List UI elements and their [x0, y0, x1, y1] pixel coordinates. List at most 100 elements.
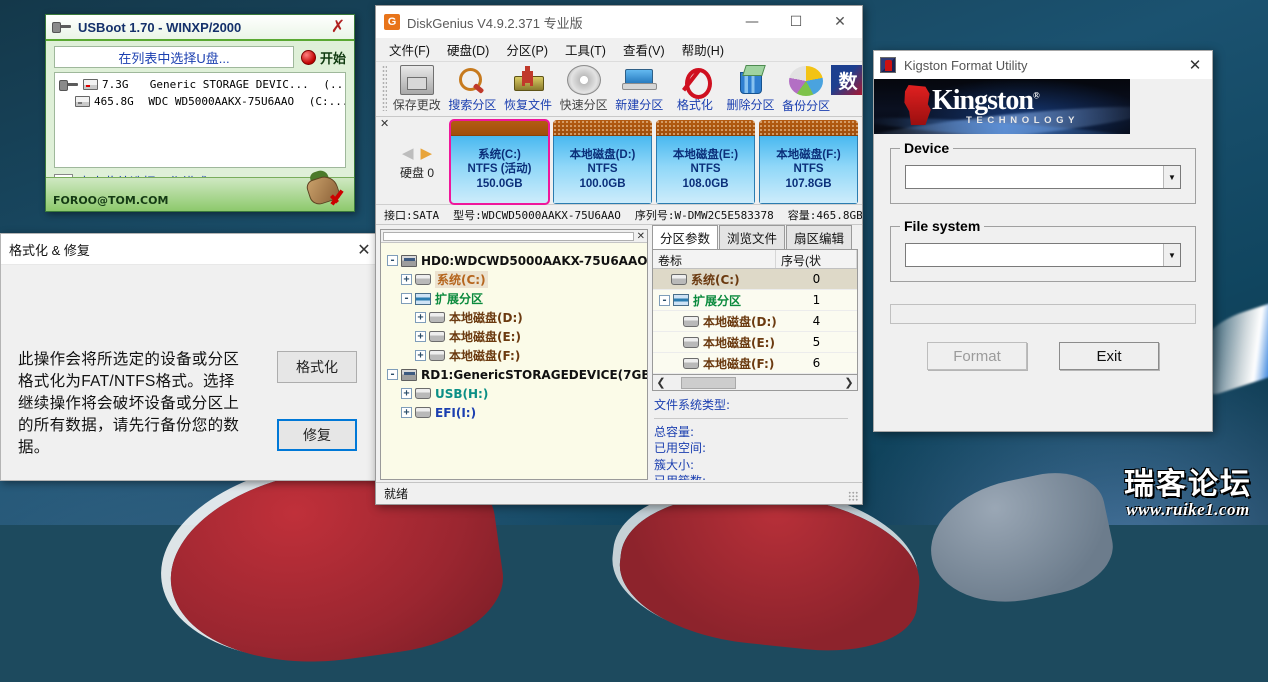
toolbar-delete-partition[interactable]: 删除分区	[723, 62, 779, 113]
chevron-down-icon[interactable]: ▼	[1163, 244, 1180, 266]
filesystem-select-value	[906, 244, 1163, 266]
usboot-device-list[interactable]: 7.3G Generic STORAGE DEVIC... (... 465.8…	[54, 72, 346, 168]
chevron-down-icon[interactable]: ▼	[1163, 166, 1180, 188]
toolbar-quick-partition[interactable]: 快速分区	[556, 62, 612, 113]
scroll-thumb[interactable]	[681, 377, 736, 389]
partition-block-e[interactable]: 本地磁盘(E:) NTFS 108.0GB	[656, 120, 755, 204]
tree-close-icon[interactable]: ✕	[637, 231, 645, 242]
tree-node-label: EFI(I:)	[435, 406, 476, 420]
menu-disk[interactable]: 硬盘(D)	[440, 38, 496, 61]
tree-node-label: 系统(C:)	[435, 271, 488, 288]
kingston-body: Device ▼ File system ▼	[874, 134, 1212, 282]
expander-icon[interactable]: +	[401, 407, 412, 418]
partition-block-c[interactable]: 系统(C:) NTFS (活动) 150.0GB	[450, 120, 549, 204]
tab-browse-files[interactable]: 浏览文件	[719, 225, 785, 249]
filesystem-select[interactable]: ▼	[905, 243, 1181, 267]
toolbar-backup-partition[interactable]: 备份分区	[778, 62, 834, 114]
menu-help[interactable]: 帮助(H)	[675, 38, 731, 61]
device-select[interactable]: ▼	[905, 165, 1181, 189]
next-disk-arrow-icon[interactable]: ▶	[421, 144, 433, 162]
scroll-track[interactable]	[667, 377, 843, 389]
expander-icon[interactable]: +	[401, 388, 412, 399]
diskbar-close-icon[interactable]: ✕	[380, 117, 389, 130]
prev-disk-arrow-icon[interactable]: ◀	[402, 144, 414, 162]
table-row[interactable]: - 扩展分区 1	[653, 290, 857, 311]
usboot-start-button[interactable]: 开始	[301, 48, 346, 67]
menu-file[interactable]: 文件(F)	[382, 38, 437, 61]
kingston-brand-text: Kingston®	[932, 87, 1039, 115]
tab-sector-editor[interactable]: 扇区编辑	[786, 225, 852, 249]
expander-icon[interactable]: +	[415, 312, 426, 323]
menu-partition[interactable]: 分区(P)	[499, 38, 555, 61]
usboot-close-button[interactable]: ✗	[328, 18, 348, 36]
toolbar-grip[interactable]	[382, 65, 387, 111]
table-row[interactable]: 系统(C:) 0	[653, 269, 857, 290]
minimize-button[interactable]: —	[730, 7, 774, 37]
expander-icon[interactable]: -	[387, 255, 398, 266]
tree-node-rd1[interactable]: - RD1:GenericSTORAGEDEVICE(7GB)	[387, 365, 643, 384]
kingston-close-button[interactable]: ✕	[1180, 52, 1210, 78]
tree-scroll-thumb[interactable]	[383, 232, 634, 241]
repair-button[interactable]: 修复	[277, 419, 357, 451]
tree-node-hd0[interactable]: - HD0:WDCWD5000AAKX-75U6AAO(466GB)	[387, 251, 643, 270]
boot-shoe-icon	[306, 169, 348, 209]
usboot-window: USBoot 1.70 - WINXP/2000 ✗ 在列表中选择U盘... 开…	[45, 14, 355, 212]
kingston-exit-button[interactable]: Exit	[1059, 342, 1159, 370]
partition-block-d[interactable]: 本地磁盘(D:) NTFS 100.0GB	[553, 120, 652, 204]
usboot-select-prompt[interactable]: 在列表中选择U盘...	[54, 46, 294, 68]
partition-block-f[interactable]: 本地磁盘(F:) NTFS 107.8GB	[759, 120, 858, 204]
tree-scrollbar[interactable]: ✕	[381, 230, 647, 243]
expander-icon[interactable]: -	[401, 293, 412, 304]
tree-node-local-f[interactable]: + 本地磁盘(F:)	[387, 346, 643, 365]
list-item[interactable]: 465.8G WDC WD5000AAKX-75U6AAO (C:...	[59, 93, 341, 110]
tree-node-local-d[interactable]: + 本地磁盘(D:)	[387, 308, 643, 327]
menu-tools[interactable]: 工具(T)	[558, 38, 613, 61]
column-header-volume[interactable]: 卷标	[653, 250, 776, 268]
tree-node-efi-i[interactable]: + EFI(I:)	[387, 403, 643, 422]
resize-grip-icon[interactable]	[848, 491, 858, 501]
tab-partition-params[interactable]: 分区参数	[652, 225, 718, 249]
table-row[interactable]: 本地磁盘(D:) 4	[653, 311, 857, 332]
toolbar-data-recovery[interactable]	[834, 62, 862, 95]
tree-node-local-e[interactable]: + 本地磁盘(E:)	[387, 327, 643, 346]
scroll-left-arrow-icon[interactable]: ❮	[655, 376, 667, 389]
toolbar-label: 恢复文件	[504, 96, 552, 113]
toolbar-save-changes[interactable]: 保存更改	[389, 62, 445, 113]
toolbar-search-partition[interactable]: 搜索分区	[445, 62, 501, 113]
menu-view[interactable]: 查看(V)	[616, 38, 672, 61]
format-button[interactable]: 格式化	[277, 351, 357, 383]
table-row[interactable]: 本地磁盘(E:) 5	[653, 332, 857, 353]
device-suffix: (...	[323, 78, 346, 91]
partition-size: 108.0GB	[682, 177, 728, 191]
tree-node-usb-h[interactable]: + USB(H:)	[387, 384, 643, 403]
disk-label: 硬盘 0	[400, 164, 434, 181]
diskbar-left-column: ◀ ▶ 硬盘 0	[376, 120, 450, 204]
extended-partition-icon	[415, 293, 431, 305]
row-label: 系统(C:)	[691, 271, 740, 288]
partition-cap	[450, 120, 549, 136]
toolbar-recover-file[interactable]: 恢复文件	[500, 62, 556, 113]
expander-icon[interactable]: -	[659, 295, 670, 306]
toolbar-new-partition[interactable]: 新建分区	[611, 62, 667, 113]
expander-icon[interactable]: +	[401, 274, 412, 285]
toolbar-format[interactable]: 格式化	[667, 62, 723, 113]
partition-cap	[553, 120, 652, 136]
table-horizontal-scrollbar[interactable]: ❮ ❯	[652, 375, 858, 391]
maximize-button[interactable]: ☐	[774, 7, 818, 37]
column-header-index[interactable]: 序号(状	[776, 250, 857, 268]
save-icon	[400, 65, 434, 95]
tree-node-extended[interactable]: - 扩展分区	[387, 289, 643, 308]
table-row[interactable]: 本地磁盘(F:) 6	[653, 353, 857, 374]
expander-icon[interactable]: -	[387, 369, 398, 380]
kingston-title: Kigston Format Utility	[904, 58, 1180, 73]
expander-icon[interactable]: +	[415, 331, 426, 342]
diskgenius-titlebar: DiskGenius V4.9.2.371 专业版 — ☐ ✕	[376, 6, 862, 38]
property-total-capacity: 总容量:	[654, 424, 854, 440]
close-button[interactable]: ✕	[818, 7, 862, 37]
tree-node-system-c[interactable]: + 系统(C:)	[387, 270, 643, 289]
usboot-titlebar: USBoot 1.70 - WINXP/2000 ✗	[46, 15, 354, 41]
kingston-format-button[interactable]: Format	[927, 342, 1027, 370]
expander-icon[interactable]: +	[415, 350, 426, 361]
list-item[interactable]: 7.3G Generic STORAGE DEVIC... (...	[59, 76, 341, 93]
scroll-right-arrow-icon[interactable]: ❯	[843, 376, 855, 389]
